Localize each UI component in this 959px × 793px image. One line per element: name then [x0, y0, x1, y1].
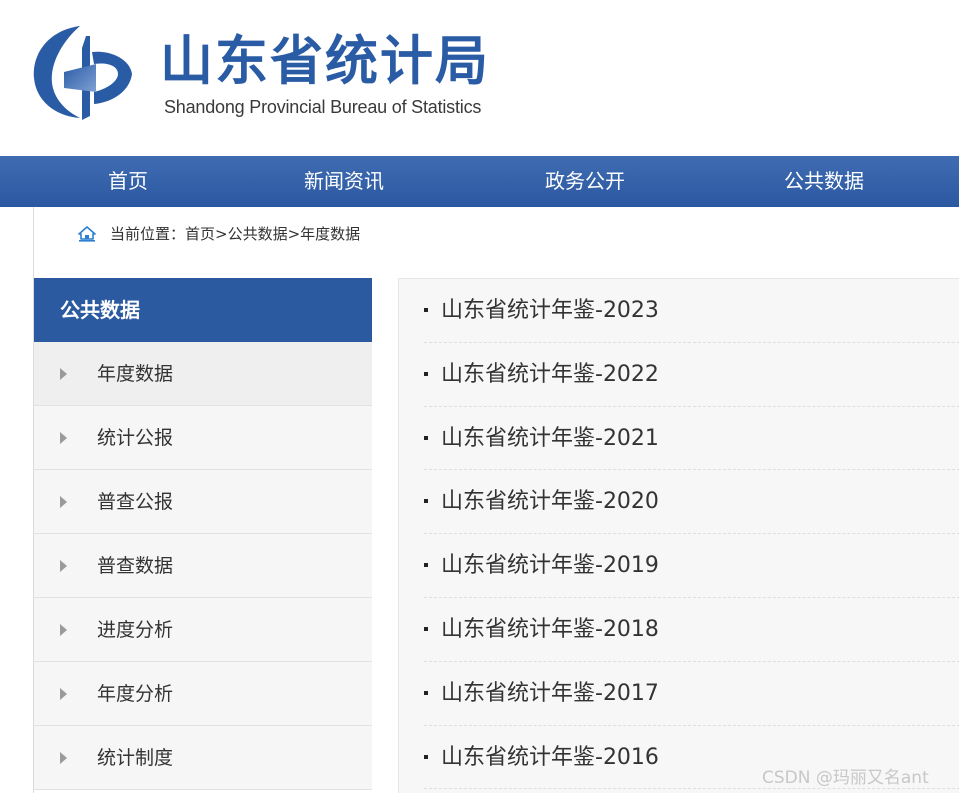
bullet-icon — [424, 499, 428, 504]
list-item-link[interactable]: 山东省统计年鉴-2019 — [441, 534, 659, 598]
nav-item-gov-affairs[interactable]: 政务公开 — [545, 156, 625, 207]
sidebar-item-label: 年度数据 — [97, 363, 174, 385]
list-item[interactable]: 山东省统计年鉴-2021 — [424, 407, 959, 471]
caret-right-icon — [60, 688, 67, 700]
list-item-link[interactable]: 山东省统计年鉴-2018 — [441, 598, 659, 662]
list-item-link[interactable]: 山东省统计年鉴-2022 — [441, 343, 659, 407]
sidebar-item-census-data[interactable]: 普查数据 — [34, 534, 372, 598]
list-item[interactable]: 山东省统计年鉴-2018 — [424, 598, 959, 662]
breadcrumb-text: 当前位置：首页>公共数据>年度数据 — [110, 225, 361, 243]
sidebar-item-annual-analysis[interactable]: 年度分析 — [34, 662, 372, 726]
sidebar-title: 公共数据 — [34, 278, 372, 342]
caret-right-icon — [60, 368, 67, 380]
list-item[interactable]: 山东省统计年鉴-2022 — [424, 343, 959, 407]
home-icon — [78, 226, 96, 242]
sidebar-item-label: 普查数据 — [97, 555, 174, 577]
sidebar-item-label: 普查公报 — [97, 491, 174, 513]
site-subtitle: Shandong Provincial Bureau of Statistics — [164, 97, 482, 117]
list-item-link[interactable]: 山东省统计年鉴-2021 — [441, 407, 659, 471]
sidebar: 公共数据 年度数据 统计公报 普查公报 普查数据 进度分析 年度分析 统计制度 — [34, 278, 372, 790]
sidebar-item-statistical-bulletin[interactable]: 统计公报 — [34, 406, 372, 470]
nav-item-public-data[interactable]: 公共数据 — [784, 156, 864, 207]
main-content: 当前位置：首页>公共数据>年度数据 公共数据 年度数据 统计公报 普查公报 普查… — [33, 207, 959, 793]
bullet-icon — [424, 371, 428, 376]
main-nav: 首页 新闻资讯 政务公开 公共数据 — [0, 156, 959, 207]
list-item[interactable]: 山东省统计年鉴-2019 — [424, 534, 959, 598]
sidebar-item-label: 年度分析 — [97, 683, 174, 705]
bullet-icon — [424, 308, 428, 312]
sidebar-item-label: 统计制度 — [97, 747, 174, 769]
site-title: 山东省统计局 — [160, 31, 490, 92]
site-header: 山东省统计局 Shandong Provincial Bureau of Sta… — [0, 0, 959, 156]
bullet-icon — [424, 435, 428, 440]
caret-right-icon — [60, 560, 67, 572]
list-item[interactable]: 山东省统计年鉴-2017 — [424, 662, 959, 726]
sidebar-item-progress-analysis[interactable]: 进度分析 — [34, 598, 372, 662]
sidebar-item-statistical-system[interactable]: 统计制度 — [34, 726, 372, 790]
sidebar-item-annual-data[interactable]: 年度数据 — [34, 342, 372, 406]
bullet-icon — [424, 626, 428, 631]
list-item-link[interactable]: 山东省统计年鉴-2016 — [441, 726, 659, 790]
bullet-icon — [424, 754, 428, 759]
sidebar-item-label: 进度分析 — [97, 619, 174, 641]
sidebar-item-census-bulletin[interactable]: 普查公报 — [34, 470, 372, 534]
caret-right-icon — [60, 752, 67, 764]
list-item-link[interactable]: 山东省统计年鉴-2023 — [441, 279, 659, 343]
watermark: CSDN @玛丽又名ant — [762, 768, 929, 788]
list-item-link[interactable]: 山东省统计年鉴-2020 — [441, 470, 659, 534]
bureau-logo-icon[interactable] — [30, 22, 134, 122]
bullet-icon — [424, 563, 428, 568]
nav-item-home[interactable]: 首页 — [108, 156, 148, 207]
yearbook-list: 山东省统计年鉴-2023 山东省统计年鉴-2022 山东省统计年鉴-2021 山… — [398, 278, 959, 793]
sidebar-item-label: 统计公报 — [97, 427, 174, 449]
caret-right-icon — [60, 432, 67, 444]
caret-right-icon — [60, 624, 67, 636]
list-item[interactable]: 山东省统计年鉴-2023 — [424, 279, 959, 343]
caret-right-icon — [60, 496, 67, 508]
breadcrumb: 当前位置：首页>公共数据>年度数据 — [78, 223, 360, 245]
list-item[interactable]: 山东省统计年鉴-2020 — [424, 470, 959, 535]
list-item-link[interactable]: 山东省统计年鉴-2017 — [441, 662, 659, 726]
nav-item-news[interactable]: 新闻资讯 — [304, 156, 384, 207]
bullet-icon — [424, 690, 428, 695]
